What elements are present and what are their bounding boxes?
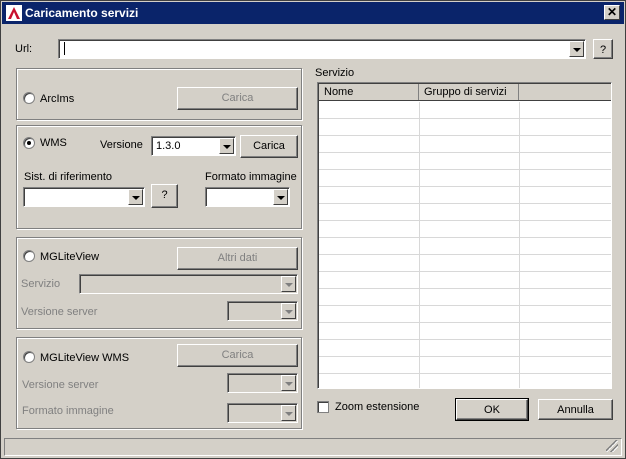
table-row[interactable] bbox=[319, 238, 611, 255]
wms-version-value: 1.3.0 bbox=[156, 140, 181, 152]
table-row[interactable] bbox=[319, 153, 611, 170]
mgliteview-server-version-select[interactable] bbox=[227, 301, 298, 321]
table-row[interactable] bbox=[319, 102, 611, 119]
mgliteview-service-label: Servizio bbox=[21, 278, 61, 290]
mgliteview-wms-load-button[interactable]: Carica bbox=[177, 344, 298, 367]
table-row[interactable] bbox=[319, 119, 611, 136]
mgliteview-wms-image-format-label: Formato immagine bbox=[22, 405, 114, 417]
table-row[interactable] bbox=[319, 289, 611, 306]
table-row[interactable] bbox=[319, 357, 611, 374]
table-row[interactable] bbox=[319, 136, 611, 153]
image-format-select[interactable] bbox=[205, 187, 290, 207]
mgliteview-radio[interactable] bbox=[23, 250, 35, 262]
ok-button[interactable]: OK bbox=[455, 398, 529, 421]
mgliteview-wms-server-version-select[interactable] bbox=[227, 373, 298, 393]
mgliteview-wms-radio[interactable] bbox=[23, 351, 35, 363]
table-row[interactable] bbox=[319, 272, 611, 289]
image-format-label: Formato immagine bbox=[205, 171, 297, 183]
text-caret bbox=[64, 42, 65, 55]
cancel-button[interactable]: Annulla bbox=[538, 399, 613, 420]
mgliteview-server-version-label: Versione server bbox=[21, 306, 98, 318]
close-button[interactable]: ✕ bbox=[604, 5, 620, 20]
autocad-logo-icon bbox=[6, 5, 22, 21]
chevron-down-icon[interactable] bbox=[281, 405, 296, 421]
wms-version-label: Versione bbox=[100, 139, 143, 151]
chevron-down-icon[interactable] bbox=[219, 138, 234, 154]
zoom-extent-checkbox[interactable] bbox=[317, 401, 329, 413]
services-table[interactable]: Nome Gruppo di servizi bbox=[317, 82, 612, 389]
column-header-blank[interactable] bbox=[519, 84, 611, 100]
chevron-down-icon[interactable] bbox=[281, 276, 296, 292]
chevron-down-icon[interactable] bbox=[281, 303, 296, 319]
url-help-button[interactable]: ? bbox=[593, 39, 613, 59]
chevron-down-icon[interactable] bbox=[128, 189, 143, 205]
window-title: Caricamento servizi bbox=[25, 6, 139, 20]
more-data-button[interactable]: Altri dati bbox=[177, 247, 298, 270]
help-label: ? bbox=[599, 44, 607, 56]
table-row[interactable] bbox=[319, 323, 611, 340]
arcims-radio[interactable] bbox=[23, 92, 35, 104]
wms-radio[interactable] bbox=[23, 137, 35, 149]
cancel-label: Annulla bbox=[557, 404, 594, 416]
arcims-load-label: Carica bbox=[221, 92, 254, 104]
table-row[interactable] bbox=[319, 187, 611, 204]
more-data-label: Altri dati bbox=[217, 252, 258, 264]
services-table-header: Nome Gruppo di servizi bbox=[319, 84, 611, 101]
url-label: Url: bbox=[15, 43, 33, 55]
chevron-down-icon[interactable] bbox=[273, 189, 288, 205]
services-table-body bbox=[319, 102, 611, 388]
wms-version-select[interactable]: 1.3.0 bbox=[151, 136, 236, 156]
table-row[interactable] bbox=[319, 255, 611, 272]
ok-label: OK bbox=[484, 404, 500, 416]
mgliteview-service-select[interactable] bbox=[79, 274, 298, 294]
mgliteview-wms-load-label: Carica bbox=[221, 349, 254, 361]
status-bar bbox=[4, 438, 622, 456]
zoom-extent-label: Zoom estensione bbox=[335, 401, 420, 413]
url-combobox[interactable] bbox=[58, 39, 586, 59]
srs-select[interactable] bbox=[23, 187, 145, 207]
resize-grip-icon[interactable] bbox=[606, 440, 618, 452]
close-icon: ✕ bbox=[606, 5, 618, 19]
mgliteview-label: MGLiteView bbox=[40, 251, 100, 263]
mgliteview-wms-label: MGLiteView WMS bbox=[40, 352, 130, 364]
column-header-service-group[interactable]: Gruppo di servizi bbox=[419, 84, 519, 100]
table-row[interactable] bbox=[319, 170, 611, 187]
srs-label: Sist. di riferimento bbox=[24, 171, 113, 183]
arcims-label: ArcIms bbox=[40, 93, 75, 105]
table-row[interactable] bbox=[319, 374, 611, 388]
wms-load-label: Carica bbox=[253, 140, 285, 152]
arcims-load-button[interactable]: Carica bbox=[177, 87, 298, 110]
chevron-down-icon[interactable] bbox=[281, 375, 296, 391]
wms-load-button[interactable]: Carica bbox=[240, 135, 298, 158]
table-row[interactable] bbox=[319, 221, 611, 238]
srs-help-button[interactable]: ? bbox=[151, 184, 178, 208]
mgliteview-wms-server-version-label: Versione server bbox=[22, 379, 99, 391]
dialog-window: Caricamento servizi ✕ Url: ? ArcIms Cari… bbox=[0, 0, 626, 459]
wms-label: WMS bbox=[40, 137, 67, 149]
help-label: ? bbox=[161, 189, 168, 201]
table-row[interactable] bbox=[319, 340, 611, 357]
column-header-name[interactable]: Nome bbox=[319, 84, 419, 100]
mgliteview-wms-image-format-select[interactable] bbox=[227, 403, 298, 423]
services-title: Servizio bbox=[315, 67, 355, 79]
table-row[interactable] bbox=[319, 204, 611, 221]
chevron-down-icon[interactable] bbox=[569, 41, 584, 57]
table-row[interactable] bbox=[319, 306, 611, 323]
title-bar[interactable]: Caricamento servizi ✕ bbox=[2, 2, 624, 24]
